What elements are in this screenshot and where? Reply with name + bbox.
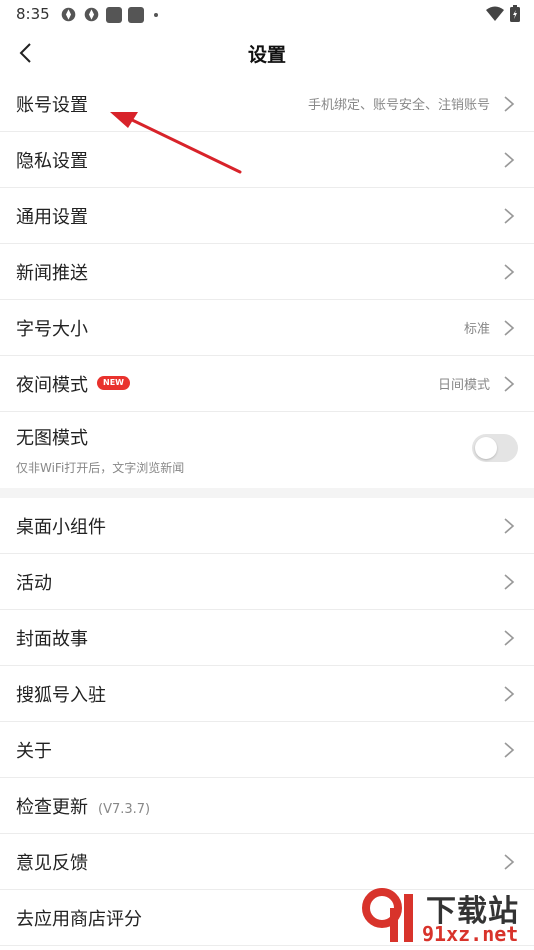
row-label: 封面故事 (16, 628, 88, 650)
chevron-right-icon (504, 517, 515, 534)
version-text: (V7.3.7) (98, 801, 151, 817)
chevron-right-icon (504, 685, 515, 702)
settings-list: 账号设置 手机绑定、账号安全、注销账号 隐私设置 通用设置 新闻推送 字号大小 … (0, 76, 534, 946)
row-value: 手机绑定、账号安全、注销账号 (307, 98, 490, 113)
app-notification-square-icon (106, 6, 122, 23)
no-image-toggle[interactable] (472, 434, 518, 462)
settings-row-general[interactable]: 通用设置 (0, 188, 534, 244)
top-app-bar: 设置 (0, 28, 534, 76)
settings-row-feedback[interactable]: 意见反馈 (0, 834, 534, 890)
chevron-right-icon (504, 263, 515, 280)
settings-row-account[interactable]: 账号设置 手机绑定、账号安全、注销账号 (0, 76, 534, 132)
row-label: 夜间模式 (16, 374, 88, 396)
chevron-right-icon (504, 319, 515, 336)
row-label: 字号大小 (16, 318, 88, 340)
row-label: 新闻推送 (16, 262, 88, 284)
row-label: 通用设置 (16, 206, 88, 228)
chevron-right-icon (504, 741, 515, 758)
settings-row-cover-story[interactable]: 封面故事 (0, 610, 534, 666)
battery-icon (510, 5, 520, 22)
settings-row-about[interactable]: 关于 (0, 722, 534, 778)
row-label: 隐私设置 (16, 150, 88, 172)
toggle-knob (475, 437, 497, 459)
settings-row-font-size[interactable]: 字号大小 标准 (0, 300, 534, 356)
settings-row-no-image: 无图模式 仅非WiFi打开后，文字浏览新闻 (0, 412, 534, 488)
row-value: 日间模式 (437, 378, 490, 393)
row-label: 活动 (16, 572, 52, 594)
chevron-right-icon (504, 853, 515, 870)
app-notification-icon (61, 7, 76, 22)
chevron-right-icon (504, 573, 515, 590)
chevron-right-icon (504, 629, 515, 646)
row-label: 检查更新 (16, 796, 88, 818)
row-label: 关于 (16, 740, 52, 762)
app-notification-icon (84, 7, 99, 22)
row-value: 标准 (463, 322, 490, 337)
watermark-91-logo-icon (362, 888, 413, 942)
status-time: 8:35 (16, 5, 50, 23)
settings-row-activity[interactable]: 活动 (0, 554, 534, 610)
watermark-line2: 91xz.net (422, 922, 519, 946)
row-label: 无图模式 (16, 428, 88, 449)
settings-row-news-push[interactable]: 新闻推送 (0, 244, 534, 300)
status-system-icons (486, 5, 520, 22)
wifi-icon (486, 6, 504, 21)
check-update-label-group: 检查更新 (V7.3.7) (16, 793, 150, 819)
settings-row-check-update[interactable]: 检查更新 (V7.3.7) (0, 778, 534, 834)
watermark-logo: 下载站 91xz.net (360, 886, 530, 948)
chevron-right-icon (504, 207, 515, 224)
settings-row-widget[interactable]: 桌面小组件 (0, 498, 534, 554)
app-notification-square-icon (128, 6, 144, 23)
chevron-right-icon (504, 95, 515, 112)
chevron-right-icon (504, 375, 515, 392)
chevron-right-icon (504, 151, 515, 168)
row-label: 账号设置 (16, 94, 88, 116)
settings-row-sohu-account[interactable]: 搜狐号入驻 (0, 666, 534, 722)
settings-row-night-mode[interactable]: 夜间模式 NEW 日间模式 (0, 356, 534, 412)
more-notifications-dot-icon (154, 12, 158, 17)
status-notification-icons (60, 6, 158, 23)
new-badge: NEW (97, 376, 130, 390)
row-label: 搜狐号入驻 (16, 684, 106, 706)
section-divider (0, 488, 534, 498)
row-label: 桌面小组件 (16, 516, 106, 538)
row-label: 意见反馈 (16, 852, 88, 874)
settings-row-privacy[interactable]: 隐私设置 (0, 132, 534, 188)
page-title: 设置 (247, 44, 286, 66)
status-bar: 8:35 (0, 0, 534, 28)
row-label: 去应用商店评分 (16, 908, 142, 930)
row-subtitle: 仅非WiFi打开后，文字浏览新闻 (16, 461, 185, 475)
